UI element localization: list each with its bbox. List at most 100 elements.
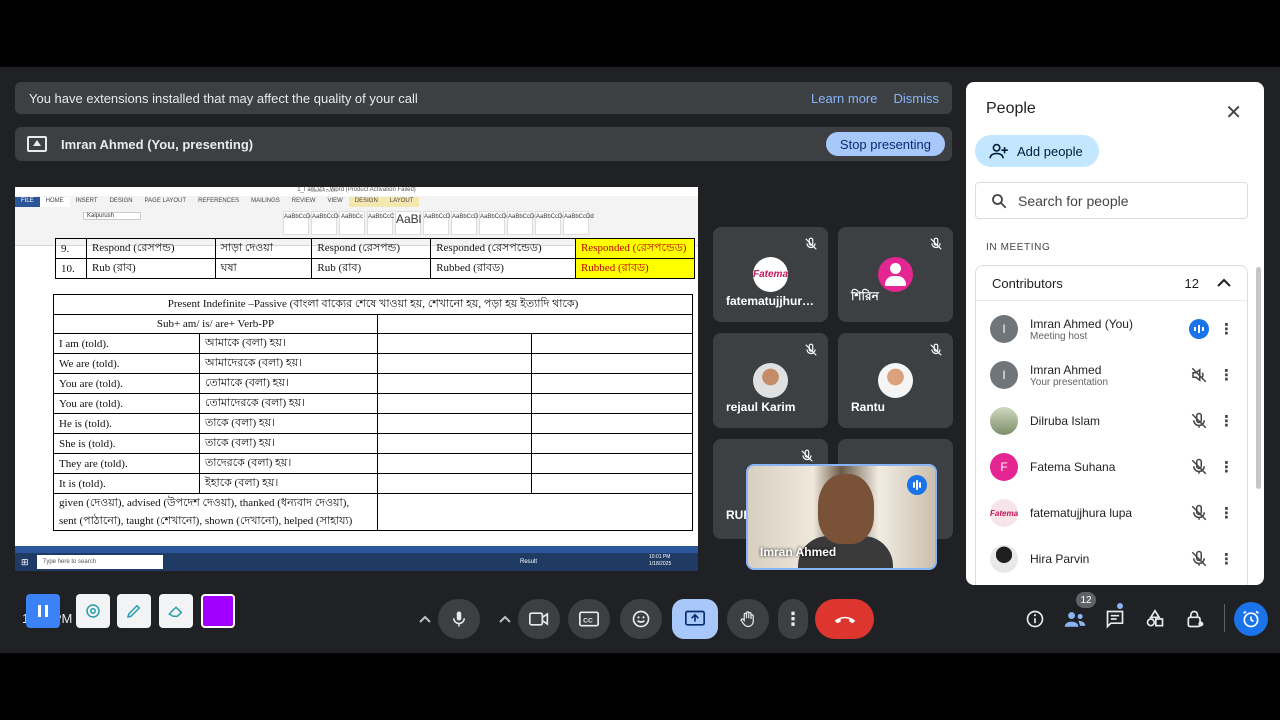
ribbon-tab-home[interactable]: HOME: [39, 197, 70, 207]
color-picker-button[interactable]: [201, 594, 235, 628]
meeting-details-icon[interactable]: [1020, 604, 1050, 634]
shared-screen: 1_I am V3 - Word (Product Activation Fai…: [15, 187, 698, 571]
contributors-header[interactable]: Contributors 12: [976, 266, 1247, 301]
style-normal[interactable]: AaBbCcDd: [283, 211, 314, 235]
taskbar-search[interactable]: Type here to search: [37, 555, 163, 569]
learn-more-link[interactable]: Learn more: [811, 91, 877, 106]
more-options-icon[interactable]: ⋮: [1219, 458, 1234, 476]
taskbar-date: 1/18/2025: [649, 561, 672, 567]
more-options-icon[interactable]: ⋮: [1219, 550, 1234, 568]
add-people-button[interactable]: Add people: [975, 135, 1099, 167]
more-options-icon[interactable]: ⋮: [1219, 320, 1234, 338]
svg-text:CC: CC: [583, 617, 593, 624]
list-item[interactable]: F Fatema Suhana ⋮: [976, 444, 1247, 490]
speaking-indicator-icon: [907, 475, 927, 495]
style-intense-emphasis[interactable]: AaBbCcDd: [507, 211, 538, 235]
list-item[interactable]: Hira Parvin ⋮: [976, 536, 1247, 582]
ribbon-tab-insert[interactable]: INSERT: [70, 197, 104, 207]
participant-tile[interactable]: Fatema fatematujjhur…: [713, 227, 828, 322]
raise-hand-button[interactable]: [727, 599, 769, 639]
pen-tool-button[interactable]: [117, 594, 151, 628]
participant-name: Dilruba Islam: [1030, 414, 1101, 428]
leave-call-button[interactable]: [815, 599, 874, 639]
more-options-icon[interactable]: ⋮: [1219, 366, 1234, 384]
host-controls-icon[interactable]: [1180, 604, 1210, 634]
camera-button[interactable]: [518, 599, 560, 639]
ribbon-tab-design[interactable]: DESIGN: [104, 197, 139, 207]
chevron-up-icon[interactable]: [1217, 278, 1231, 288]
more-vert-icon: ⋮: [784, 608, 802, 629]
style-subtle-emphasis[interactable]: AaBbCcD: [451, 211, 478, 235]
people-icon[interactable]: [1060, 604, 1090, 634]
more-options-icon[interactable]: ⋮: [1219, 504, 1234, 522]
style-no-spacing[interactable]: AaBbCcDd: [311, 211, 342, 235]
ribbon-tab-table-layout[interactable]: LAYOUT: [383, 197, 420, 207]
group-title: Contributors: [992, 275, 1063, 291]
timer-button[interactable]: [1234, 602, 1268, 636]
mic-off-icon: [1189, 549, 1209, 569]
more-options-button[interactable]: ⋮: [778, 599, 808, 639]
participant-tile[interactable]: rejaul Karim: [713, 333, 828, 428]
ribbon-tab-table-design[interactable]: DESIGN: [348, 197, 384, 207]
table-cell: তাকে (বলা) হয়।: [199, 433, 378, 454]
stop-presenting-button[interactable]: Stop presenting: [825, 132, 945, 156]
search-people-input[interactable]: Search for people: [975, 182, 1248, 219]
present-screen-button[interactable]: [672, 599, 718, 639]
table-cell: We are (told).: [53, 353, 200, 374]
microphone-button[interactable]: [438, 599, 480, 639]
pause-button[interactable]: [26, 594, 60, 628]
ribbon-tab-mailings[interactable]: MAILINGS: [245, 197, 286, 207]
avatar: F: [990, 453, 1018, 481]
camera-icon: [529, 612, 549, 626]
participant-tile[interactable]: Rantu: [838, 333, 953, 428]
close-icon[interactable]: ✕: [1225, 100, 1242, 125]
table-cell: [377, 493, 693, 531]
style-title[interactable]: AaBl: [395, 211, 421, 235]
table-row: They are (told). তাদেরকে (বলা) হয়।: [53, 453, 693, 474]
ribbon-tab-review[interactable]: REVIEW: [286, 197, 322, 207]
ribbon-tab-page-layout[interactable]: PAGE LAYOUT: [139, 197, 192, 207]
participant-name: Imran Ahmed (You): [1030, 316, 1133, 331]
examples-line-1: given (দেওয়া), advised (উপদেশ দেওয়া), …: [59, 497, 350, 509]
panel-scrollbar[interactable]: [1256, 267, 1261, 489]
eraser-tool-button[interactable]: [159, 594, 193, 628]
list-item[interactable]: Dilruba Islam ⋮: [976, 398, 1247, 444]
style-quote[interactable]: AaBbCcDd: [563, 211, 594, 235]
style-subtitle[interactable]: AaBbCcD: [423, 211, 450, 235]
dismiss-button[interactable]: Dismiss: [894, 91, 940, 106]
video-options-chevron-icon[interactable]: [490, 604, 520, 634]
participant-tile[interactable]: শিরিন: [838, 227, 953, 322]
more-options-icon[interactable]: ⋮: [1219, 412, 1234, 430]
ribbon-tab-file[interactable]: FILE: [15, 197, 40, 207]
self-view-tile[interactable]: Imran Ahmed: [746, 464, 937, 570]
mic-off-icon: [805, 237, 817, 250]
style-strong[interactable]: AaBbCcDd: [535, 211, 566, 235]
ribbon-tab-references[interactable]: REFERENCES: [192, 197, 245, 207]
alarm-clock-icon: [1243, 610, 1259, 628]
avatar: Fatema: [753, 257, 788, 292]
list-item[interactable]: I Imran Ahmed Your presentation ⋮: [976, 352, 1247, 398]
style-heading-2[interactable]: AaBbCcC: [367, 211, 394, 235]
captions-button[interactable]: CC: [568, 599, 610, 639]
group-count: 12: [1184, 275, 1199, 291]
present-screen-icon: [685, 610, 705, 626]
table-cell: Respond (রেসপন্ড): [85, 238, 216, 259]
style-emphasis[interactable]: AaBbCcDd: [479, 211, 510, 235]
eraser-icon: [168, 606, 183, 617]
audio-options-chevron-icon[interactable]: [410, 604, 440, 634]
style-heading-1[interactable]: AaBbCc: [339, 211, 365, 235]
participant-count-badge: 12: [1076, 592, 1096, 608]
end-call-icon: [834, 616, 855, 624]
list-item[interactable]: I Imran Ahmed (You) Meeting host ⋮: [976, 306, 1247, 352]
list-item[interactable]: Fatema fatematujjhura lupa ⋮: [976, 490, 1247, 536]
table-cell: Rubbed (রাবড): [574, 258, 696, 279]
table-cell: [531, 453, 693, 474]
chat-icon[interactable]: [1100, 604, 1130, 634]
windows-start-icon[interactable]: ⊞: [21, 557, 29, 568]
activities-icon[interactable]: [1140, 604, 1170, 634]
font-name-box[interactable]: Kalpurush: [83, 212, 141, 220]
reactions-button[interactable]: [620, 599, 662, 639]
ribbon-tab-view[interactable]: VIEW: [321, 197, 348, 207]
table-row: You are (told). তোমাকে (বলা) হয়।: [53, 373, 693, 394]
annotation-tool-button[interactable]: [76, 594, 110, 628]
